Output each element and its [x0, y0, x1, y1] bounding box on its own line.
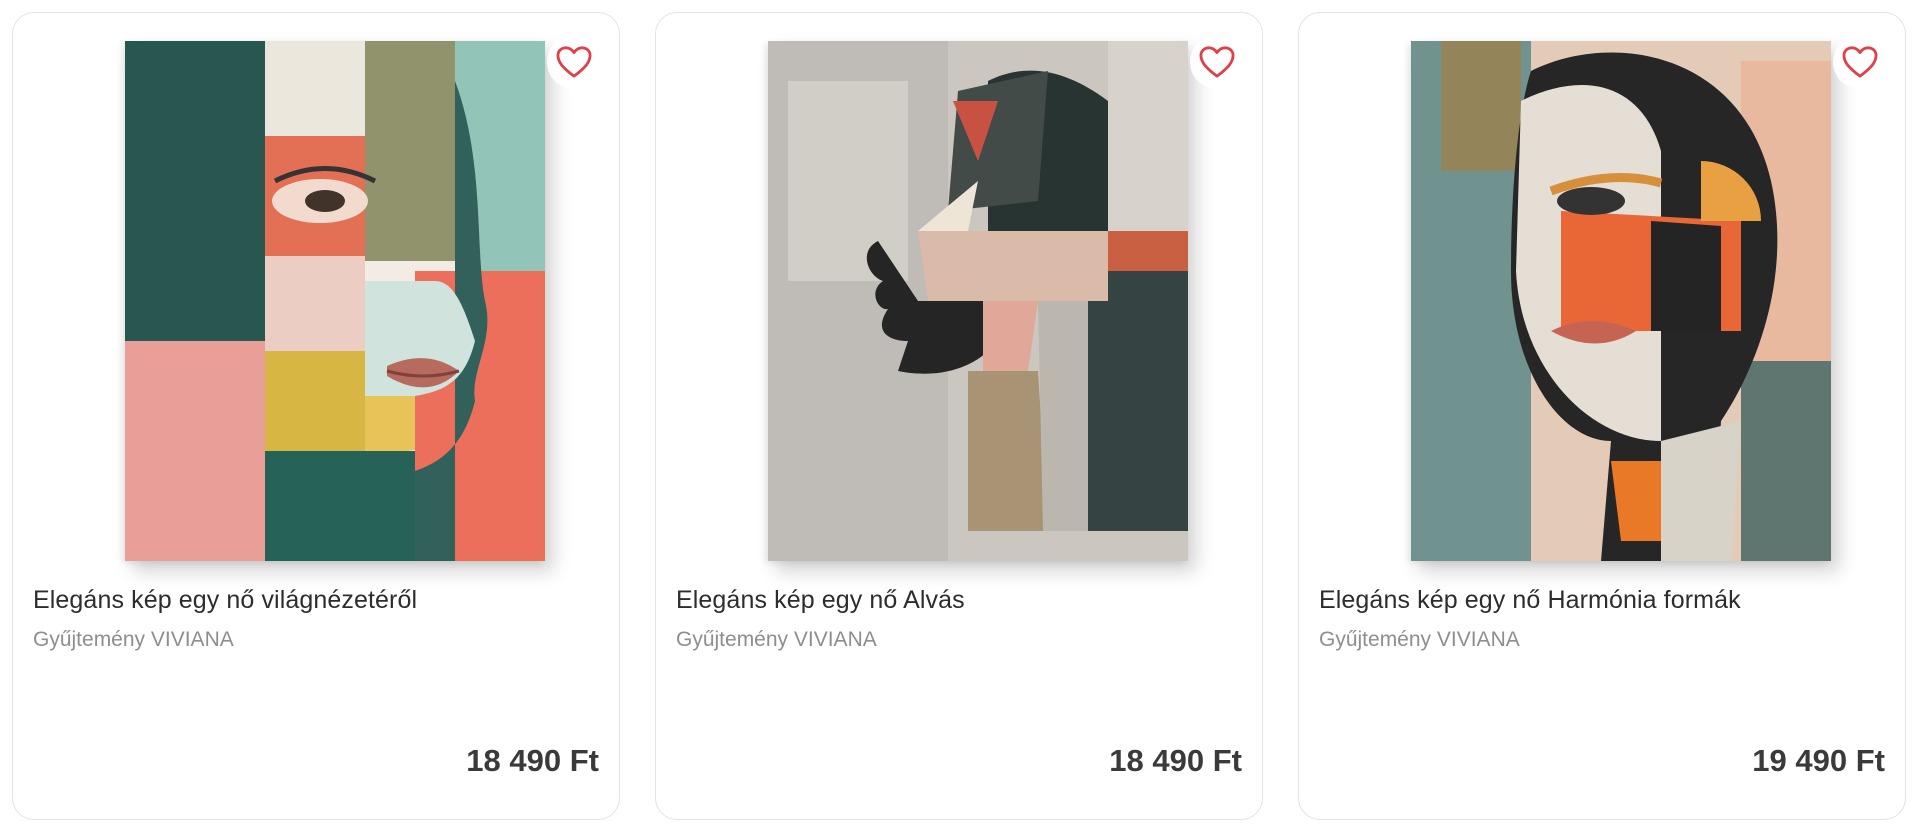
favorite-button[interactable]: [1190, 35, 1244, 89]
product-title[interactable]: Elegáns kép egy nő Alvás: [676, 585, 1246, 615]
product-image[interactable]: [1299, 13, 1905, 563]
heart-outline-icon: [556, 46, 592, 78]
canvas-artwork: [1411, 41, 1831, 561]
product-collection: Gyűjtemény VIVIANA: [676, 628, 877, 651]
favorite-button[interactable]: [547, 35, 601, 89]
product-price: 18 490 Ft: [1109, 743, 1242, 778]
product-card[interactable]: Elegáns kép egy nő Harmónia formák Gyűjt…: [1298, 12, 1906, 820]
product-title[interactable]: Elegáns kép egy nő világnézetéről: [33, 585, 603, 615]
canvas-artwork: [125, 41, 545, 561]
product-card[interactable]: Elegáns kép egy nő világnézetéről Gyűjte…: [12, 12, 620, 820]
product-grid: Elegáns kép egy nő világnézetéről Gyűjte…: [12, 12, 1910, 820]
heart-outline-icon: [1842, 46, 1878, 78]
canvas-artwork: [768, 41, 1188, 561]
heart-outline-icon: [1199, 46, 1235, 78]
product-price: 18 490 Ft: [466, 743, 599, 778]
product-image[interactable]: [13, 13, 619, 563]
product-card[interactable]: Elegáns kép egy nő Alvás Gyűjtemény VIVI…: [655, 12, 1263, 820]
product-collection: Gyűjtemény VIVIANA: [33, 628, 234, 651]
product-collection: Gyűjtemény VIVIANA: [1319, 628, 1520, 651]
product-title[interactable]: Elegáns kép egy nő Harmónia formák: [1319, 585, 1889, 615]
product-price: 19 490 Ft: [1752, 743, 1885, 778]
favorite-button[interactable]: [1833, 35, 1887, 89]
product-image[interactable]: [656, 13, 1262, 563]
